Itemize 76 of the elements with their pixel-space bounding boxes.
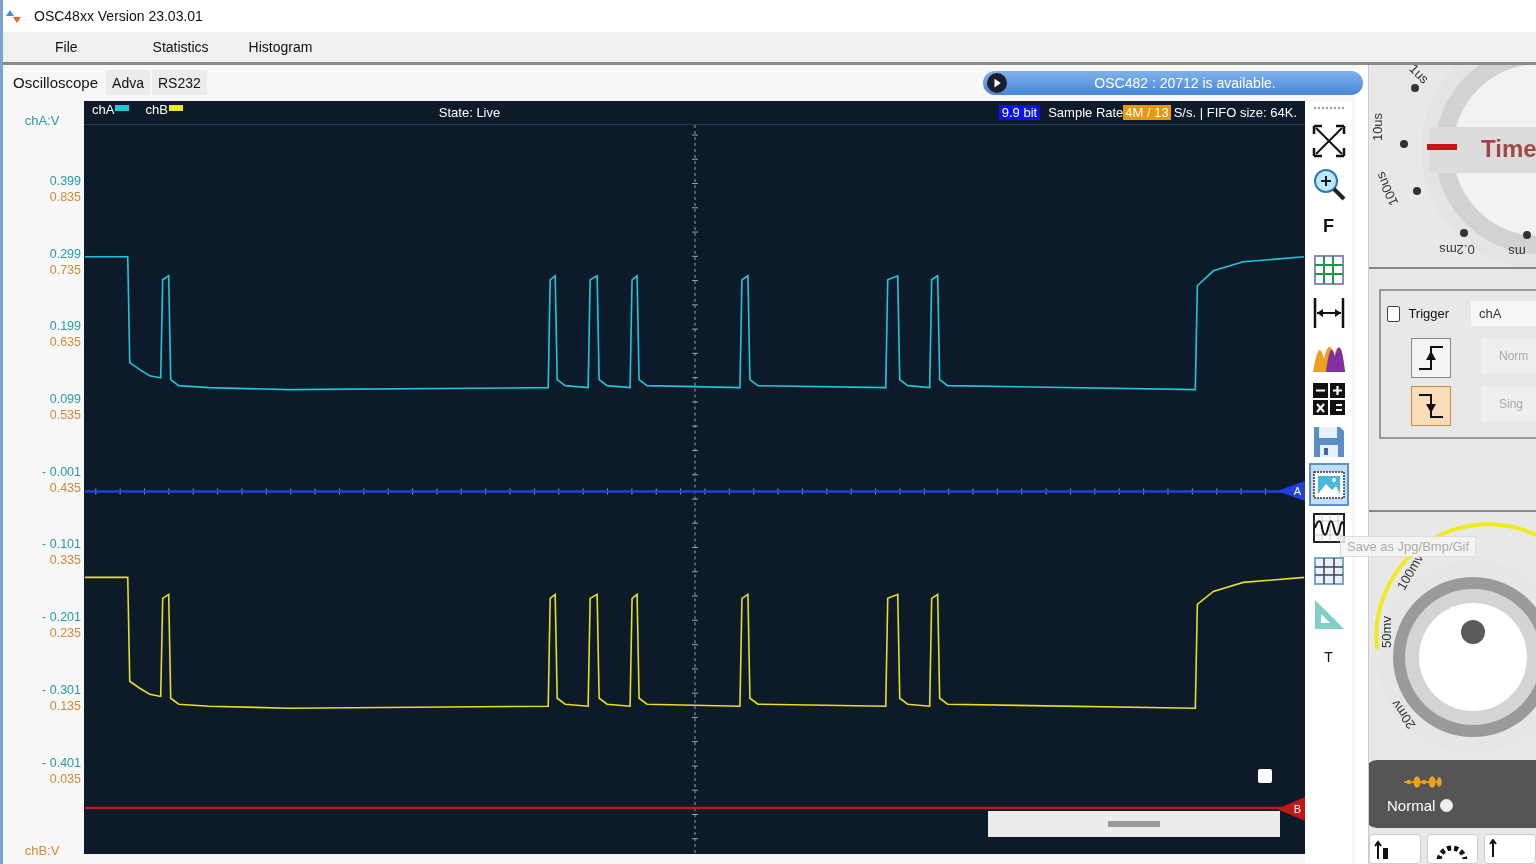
- play-icon[interactable]: [987, 73, 1007, 93]
- grid-icon: [1311, 252, 1346, 287]
- axis-tick-label: 0.535: [49, 407, 81, 424]
- axis-tick-label: 0.399: [49, 173, 81, 189]
- scrollbar[interactable]: [988, 811, 1280, 837]
- source-field[interactable]: chA: [1471, 301, 1536, 326]
- waveform-icon: [1311, 510, 1346, 545]
- mode-card[interactable]: Normal: [1369, 760, 1536, 828]
- menu-item[interactable]: Histogram: [248, 39, 313, 55]
- scale-dot: [1460, 229, 1468, 237]
- axis-tick-label: 0.635: [49, 334, 81, 351]
- legend-label: chA: [92, 102, 115, 117]
- axis-tick-label: - 0.101: [42, 536, 81, 553]
- fit-icon: [1311, 123, 1346, 158]
- axis-tick-label: 0.299: [49, 245, 81, 262]
- edge-button[interactable]: [1411, 338, 1451, 378]
- axis-tick-label: 0.235: [49, 625, 81, 642]
- width-arrows-icon: [1311, 295, 1346, 330]
- knob-pointer: [1427, 144, 1457, 150]
- checkbox[interactable]: [1387, 305, 1401, 322]
- scale-label: ms: [1508, 244, 1526, 259]
- sample-rate-label: Sample Rate: [1048, 105, 1124, 120]
- axis-title: chA:V: [24, 113, 60, 130]
- up-arrow-icon: [1489, 839, 1498, 857]
- axis-tick-label: 0.335: [49, 552, 81, 569]
- checkbox-label: Trigger: [1408, 306, 1450, 321]
- scale-dot: [1523, 231, 1531, 239]
- zoom-icon: [1311, 166, 1346, 201]
- tool-button[interactable]: [1308, 463, 1349, 506]
- state-label: State: Live: [438, 105, 501, 120]
- axis-tick-label: 0.435: [49, 479, 81, 496]
- axis-tick-label: 0.135: [49, 697, 81, 714]
- drag-handle[interactable]: [1313, 107, 1344, 109]
- status-dot-icon: [1440, 798, 1454, 812]
- scale-label: 50mv: [1379, 616, 1394, 649]
- scale-dot: [1413, 187, 1421, 195]
- scale-label: 0.2ms: [1439, 242, 1475, 257]
- tab[interactable]: RS232: [151, 70, 207, 95]
- calculator-icon: [1311, 381, 1346, 416]
- axis-tick-label: - 0.401: [42, 754, 81, 771]
- scroll-thumb[interactable]: [1108, 821, 1160, 827]
- axis-tick-label: 0.735: [49, 261, 81, 278]
- tooltip: Save as Jpg/Bmp/Gif: [1340, 536, 1477, 557]
- resolution-badge: 9.9 bit: [998, 105, 1041, 120]
- axis-tick-label: 0.199: [49, 318, 81, 335]
- knob-label: Time: [1481, 135, 1536, 162]
- edge-button[interactable]: [1411, 386, 1451, 426]
- tab[interactable]: Adva: [106, 70, 150, 95]
- menu-item[interactable]: Statistics: [152, 39, 209, 55]
- volt-knob[interactable]: [1374, 522, 1536, 738]
- axis-tick-label: 0.099: [49, 391, 81, 408]
- axis-tick-label: 0.035: [49, 770, 81, 787]
- axis-title: chB:V: [24, 843, 60, 858]
- fifo-label: S/s. | FIFO size: 64K.: [1173, 105, 1297, 120]
- tool-button[interactable]: [1426, 834, 1479, 864]
- tool-button[interactable]: [1369, 834, 1421, 864]
- knob-grip[interactable]: [1429, 127, 1536, 173]
- axis-tick-label: - 0.201: [42, 609, 81, 626]
- axis-tick-label: - 0.301: [42, 681, 81, 698]
- tool-button[interactable]: [1484, 834, 1536, 864]
- legend-label: chB: [145, 102, 168, 117]
- axis-tick-label: 0.835: [49, 189, 81, 205]
- scale-dot: [1411, 84, 1419, 92]
- scale-label: 10us: [1370, 112, 1385, 142]
- mode-label: Normal: [1387, 796, 1436, 814]
- app-icon: [5, 8, 22, 24]
- window-title: OSC48xx Version 23.03.01: [34, 8, 203, 24]
- scale-label: 100us: [1372, 169, 1402, 209]
- scale-dot: [1400, 140, 1408, 148]
- tool-button[interactable]: F: [1308, 205, 1349, 248]
- sample-rate-value: 4M / 13: [1123, 105, 1171, 120]
- menu-item[interactable]: File: [55, 39, 78, 55]
- channel-marker[interactable]: A: [1277, 481, 1305, 501]
- axis-tick-label: - 0.001: [42, 463, 81, 480]
- tool-button[interactable]: T: [1308, 635, 1349, 678]
- channel-marker[interactable]: B: [1277, 797, 1305, 821]
